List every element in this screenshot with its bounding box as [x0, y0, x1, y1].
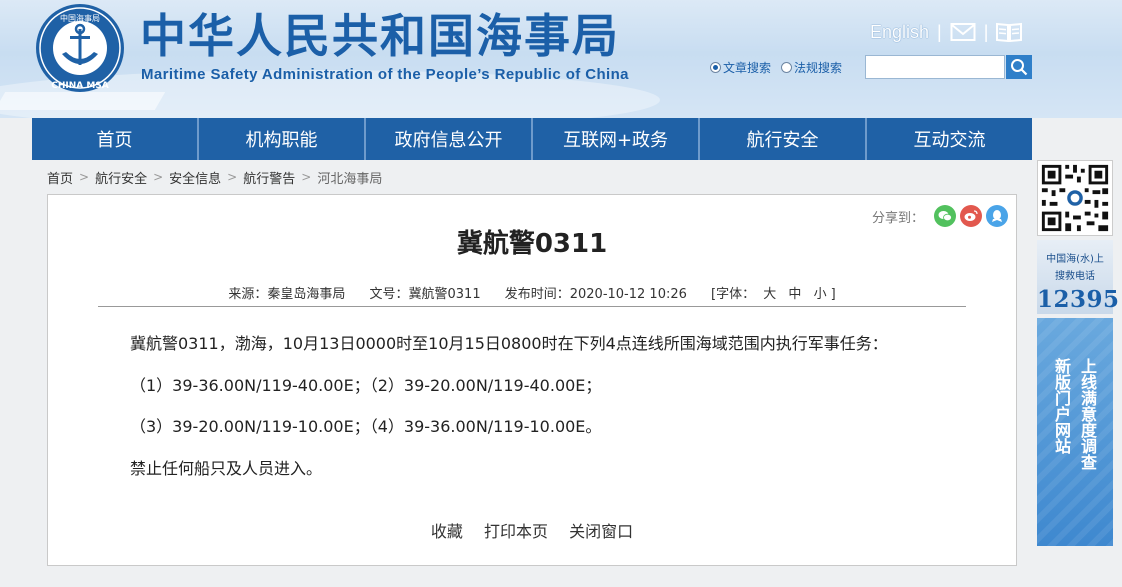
- hotline-line1: 中国海(水)上: [1046, 254, 1104, 265]
- article-doc-number: 文号：冀航警0311: [369, 287, 481, 302]
- article-paragraph: 冀航警0311，渤海，10月13日0000时至10月15日0800时在下列4点连…: [130, 334, 888, 353]
- print-link[interactable]: 打印本页: [484, 522, 548, 541]
- article-actions: 收藏 打印本页 关闭窗口: [48, 518, 1016, 542]
- hotline-line2: 搜救电话: [1055, 271, 1095, 282]
- breadcrumb-item[interactable]: 航行警告: [243, 168, 295, 187]
- font-size-controls: [字体： 大 中 小]: [711, 287, 836, 302]
- article-source: 来源：秦皇岛海事局: [228, 287, 346, 302]
- search-option-label: 法规搜索: [794, 60, 843, 75]
- font-size-medium[interactable]: 中: [788, 287, 801, 302]
- search-type-options: 文章搜索 法规搜索: [710, 55, 852, 79]
- msa-logo-icon[interactable]: 中国海事局 CHINA MSA: [32, 2, 128, 94]
- top-links: English | |: [870, 20, 1023, 44]
- breadcrumb-item[interactable]: 首页: [47, 168, 73, 187]
- header-wave-decoration: [0, 92, 166, 110]
- qr-code-icon: [1037, 160, 1113, 236]
- hotline-number: 12395: [1037, 286, 1120, 313]
- breadcrumb-item[interactable]: 航行安全: [95, 168, 147, 187]
- article-body: 冀航警0311，渤海，10月13日0000时至10月15日0800时在下列4点连…: [130, 333, 950, 499]
- rescue-hotline-banner[interactable]: 中国海(水)上 搜救电话 12395: [1037, 240, 1120, 314]
- favorite-link[interactable]: 收藏: [431, 522, 463, 541]
- site-title-en: Maritime Safety Administration of the Pe…: [141, 66, 629, 83]
- logo-text-bottom: CHINA MSA: [51, 81, 109, 91]
- article-meta: 来源：秦皇岛海事局 文号：冀航警0311 发布时间：2020-10-12 10:…: [48, 283, 1016, 302]
- nav-item-interaction[interactable]: 互动交流: [867, 118, 1032, 160]
- article-paragraph: （1）39-36.00N/119-40.00E；（2）39-20.00N/119…: [130, 375, 602, 395]
- article-paragraph: 禁止任何船只及人员进入。: [130, 458, 323, 478]
- top-link-separator: |: [983, 21, 989, 42]
- title-divider: [98, 306, 966, 307]
- nav-item-functions[interactable]: 机构职能: [199, 118, 366, 160]
- top-link-separator: |: [937, 21, 942, 42]
- breadcrumb-separator: >: [301, 170, 312, 184]
- breadcrumb: 首页 > 航行安全 > 安全信息 > 航行警告 > 河北海事局: [32, 160, 1032, 194]
- search-icon: [1011, 59, 1028, 76]
- logo-text-top: 中国海事局: [60, 13, 100, 23]
- site-title-cn: 中华人民共和国海事局: [140, 9, 620, 63]
- font-size-label: [字体：: [711, 287, 756, 302]
- search-option-article[interactable]: 文章搜索: [710, 59, 771, 76]
- search-button[interactable]: [1006, 55, 1032, 79]
- font-size-large[interactable]: 大: [763, 287, 776, 302]
- close-window-link[interactable]: 关闭窗口: [569, 522, 633, 541]
- radio-dot[interactable]: [710, 61, 721, 73]
- breadcrumb-current[interactable]: 河北海事局: [317, 168, 382, 187]
- search-input[interactable]: [865, 55, 1005, 79]
- article-publish-time: 发布时间：2020-10-12 10:26: [504, 287, 687, 302]
- font-size-small[interactable]: 小: [814, 287, 827, 302]
- breadcrumb-separator: >: [227, 170, 238, 184]
- survey-stripe-decoration: [1037, 318, 1113, 546]
- breadcrumb-item[interactable]: 安全信息: [169, 168, 221, 187]
- english-link[interactable]: English: [870, 22, 929, 43]
- breadcrumb-separator: >: [79, 170, 90, 184]
- font-size-end: ]: [830, 287, 836, 302]
- nav-item-internet-gov[interactable]: 互联网+政务: [533, 118, 700, 160]
- radio-dot[interactable]: [781, 61, 793, 73]
- article-title: 冀航警0311: [456, 229, 608, 259]
- breadcrumb-separator: >: [153, 170, 164, 184]
- nav-item-navigation-safety[interactable]: 航行安全: [700, 118, 867, 160]
- nav-item-gov-info[interactable]: 政府信息公开: [366, 118, 533, 160]
- search-option-regulation[interactable]: 法规搜索: [781, 59, 842, 76]
- satisfaction-survey-banner[interactable]: 新版门户网站 上线满意度调查: [1037, 318, 1113, 546]
- nav-item-home[interactable]: 首页: [32, 118, 199, 160]
- main-nav: 首页 机构职能 政府信息公开 互联网+政务 航行安全 互动交流: [32, 118, 1032, 160]
- mail-icon[interactable]: [950, 22, 976, 42]
- search-option-label: 文章搜索: [723, 60, 772, 75]
- survey-text-col1: 新版门户网站: [1052, 358, 1071, 454]
- article-container: 分享到： 冀航警0311 来源：秦皇岛海事局 文号：冀航警0311 发布时间：2…: [47, 194, 1017, 566]
- article-paragraph: （3）39-20.00N/119-10.00E；（4）39-36.00N/119…: [130, 417, 602, 436]
- book-icon[interactable]: [996, 22, 1023, 42]
- survey-text-col2: 上线满意度调查: [1078, 358, 1097, 470]
